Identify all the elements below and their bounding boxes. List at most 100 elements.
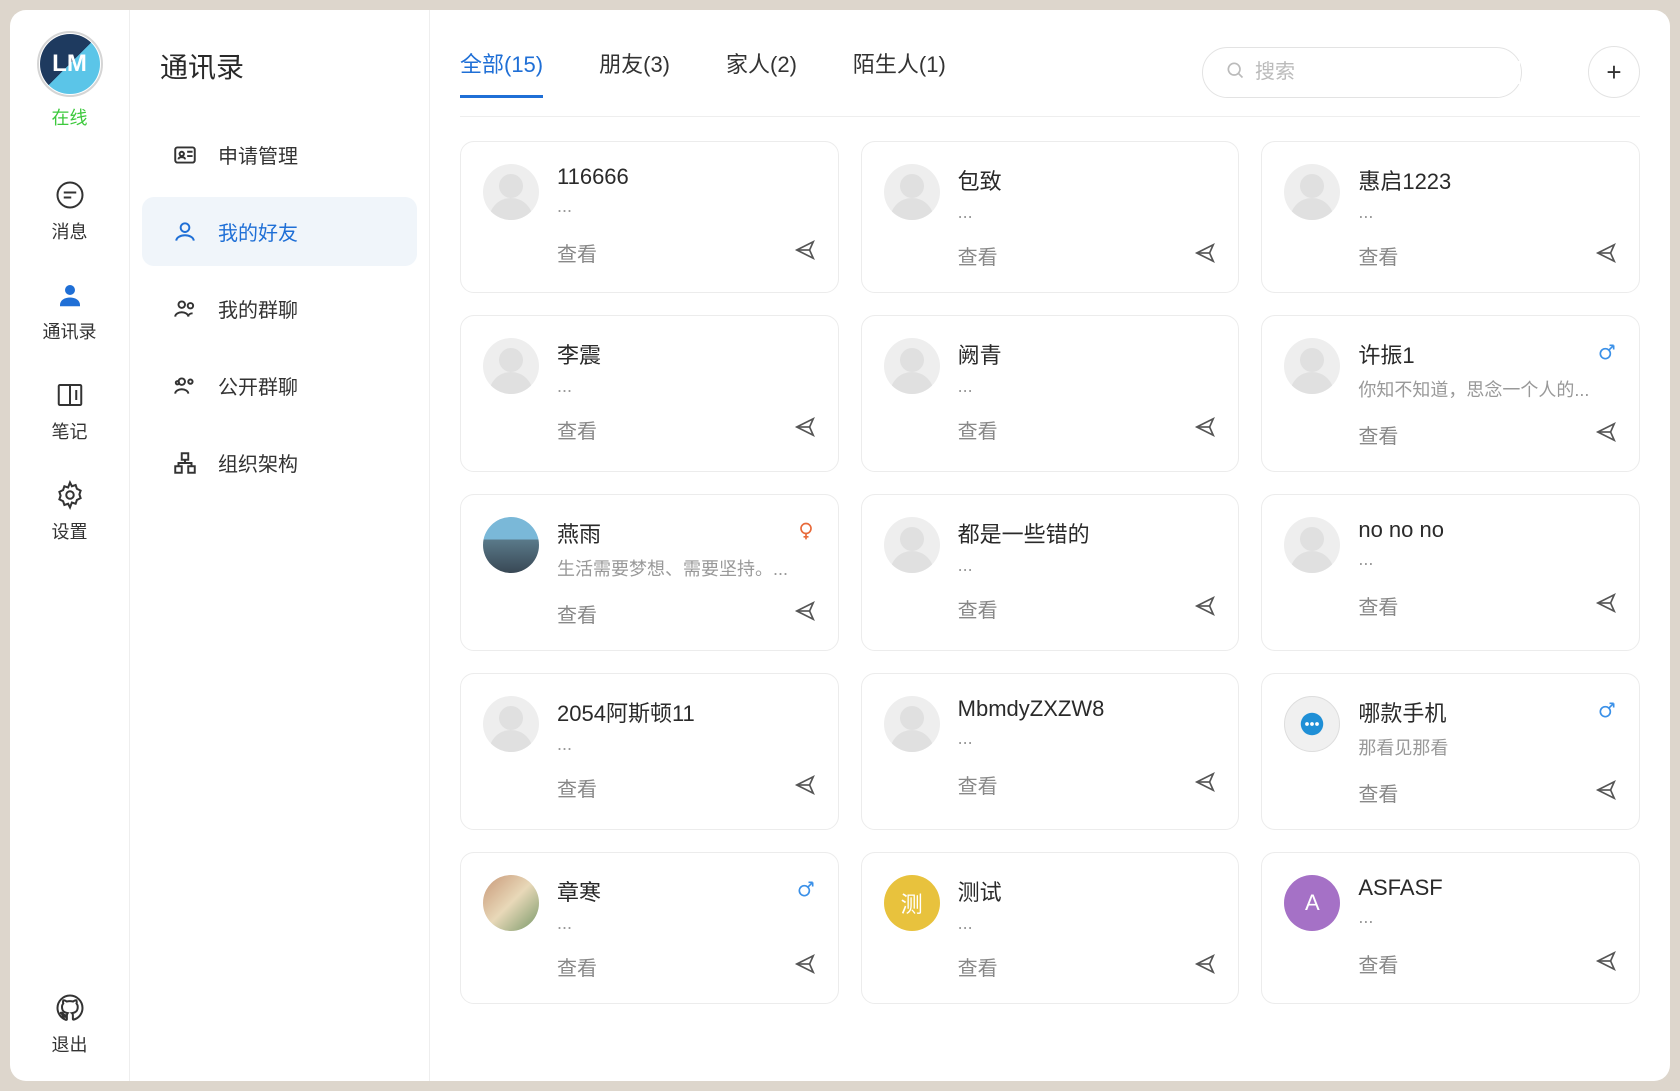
topbar: 全部(15) 朋友(3) 家人(2) 陌生人(1) + <box>430 10 1670 116</box>
send-icon[interactable] <box>1194 953 1216 980</box>
contact-card: 测 测试 ... 查看 <box>861 852 1240 1004</box>
avatar <box>483 517 539 573</box>
send-icon[interactable] <box>794 774 816 801</box>
notes-icon <box>55 380 85 410</box>
send-icon[interactable] <box>1595 592 1617 619</box>
view-button[interactable]: 查看 <box>557 599 597 628</box>
view-button[interactable]: 查看 <box>1358 949 1398 978</box>
view-button[interactable]: 查看 <box>958 415 998 444</box>
github-icon <box>55 993 85 1023</box>
contact-status: ... <box>557 913 816 934</box>
sidebar-item-label: 申请管理 <box>218 140 298 169</box>
rail-item-notes[interactable]: 笔记 <box>52 380 88 444</box>
view-button[interactable]: 查看 <box>958 952 998 981</box>
app-window: LM 在线 消息 通讯录 笔记 设置 <box>10 10 1670 1081</box>
view-button[interactable]: 查看 <box>1358 241 1398 270</box>
send-icon[interactable] <box>1595 950 1617 977</box>
tab-all[interactable]: 全部(15) <box>460 47 543 98</box>
sidebar: 通讯录 申请管理 我的好友 我的群聊 公开群聊 <box>130 10 430 1081</box>
contact-name: 章寒 <box>557 875 788 907</box>
contact-card: 惠启1223 ... 查看 <box>1261 141 1640 293</box>
send-icon[interactable] <box>1595 779 1617 806</box>
contact-grid: 116666 ... 查看 包致 ... 查看 <box>430 141 1670 1034</box>
add-button[interactable]: + <box>1588 46 1640 98</box>
avatar <box>1284 696 1340 752</box>
send-icon[interactable] <box>1595 242 1617 269</box>
contact-status: 那看见那看 <box>1358 734 1617 760</box>
contact-name: MbmdyZXZW8 <box>958 696 1217 722</box>
avatar <box>1284 338 1340 394</box>
contact-status: 你知不知道，思念一个人的... <box>1358 376 1617 402</box>
contact-card: 阙青 ... 查看 <box>861 315 1240 472</box>
contact-name: 116666 <box>557 164 816 190</box>
contact-card: 李震 ... 查看 <box>460 315 839 472</box>
divider <box>460 116 1640 117</box>
rail-item-label: 通讯录 <box>43 318 97 344</box>
rail-item-label: 退出 <box>52 1031 88 1057</box>
send-icon[interactable] <box>1194 242 1216 269</box>
contact-name: 李震 <box>557 338 816 370</box>
tab-friends[interactable]: 朋友(3) <box>599 47 670 98</box>
contact-status: ... <box>958 202 1217 223</box>
gear-icon <box>55 480 85 510</box>
view-button[interactable]: 查看 <box>958 770 998 799</box>
sidebar-item-label: 组织架构 <box>218 448 298 477</box>
view-button[interactable]: 查看 <box>958 241 998 270</box>
contact-name: no no no <box>1358 517 1617 543</box>
avatar <box>1284 517 1340 573</box>
sidebar-item-groups[interactable]: 我的群聊 <box>142 274 417 343</box>
contact-name: 包致 <box>958 164 1217 196</box>
view-button[interactable]: 查看 <box>557 415 597 444</box>
contact-status: ... <box>958 728 1217 749</box>
rail-item-logout[interactable]: 退出 <box>52 993 88 1057</box>
contact-status: 生活需要梦想、需要坚持。... <box>557 555 816 581</box>
avatar <box>483 164 539 220</box>
view-button[interactable]: 查看 <box>958 594 998 623</box>
send-icon[interactable] <box>794 416 816 443</box>
contact-status: ... <box>1358 202 1617 223</box>
main-panel: 全部(15) 朋友(3) 家人(2) 陌生人(1) + 116666 <box>430 10 1670 1081</box>
view-button[interactable]: 查看 <box>1358 420 1398 449</box>
message-icon <box>55 180 85 210</box>
rail-item-label: 笔记 <box>52 418 88 444</box>
avatar <box>1284 164 1340 220</box>
contact-status: ... <box>557 734 816 755</box>
view-button[interactable]: 查看 <box>1358 591 1398 620</box>
male-icon <box>1597 342 1617 367</box>
search-box[interactable] <box>1202 47 1522 98</box>
contact-name: 燕雨 <box>557 517 788 549</box>
search-input[interactable] <box>1255 61 1520 84</box>
tab-family[interactable]: 家人(2) <box>726 47 797 98</box>
contact-card: 116666 ... 查看 <box>460 141 839 293</box>
send-icon[interactable] <box>794 600 816 627</box>
sidebar-item-label: 我的好友 <box>218 217 298 246</box>
view-button[interactable]: 查看 <box>557 952 597 981</box>
sidebar-item-public[interactable]: 公开群聊 <box>142 351 417 420</box>
sidebar-item-friends[interactable]: 我的好友 <box>142 197 417 266</box>
contact-status: ... <box>958 913 1217 934</box>
avatar <box>483 875 539 931</box>
contact-name: 阙青 <box>958 338 1217 370</box>
view-button[interactable]: 查看 <box>557 773 597 802</box>
contact-status: ... <box>557 196 816 217</box>
tab-strangers[interactable]: 陌生人(1) <box>853 47 946 98</box>
view-button[interactable]: 查看 <box>557 238 597 267</box>
contact-status: ... <box>557 376 816 397</box>
rail-item-contacts[interactable]: 通讯录 <box>43 280 97 344</box>
contact-name: 哪款手机 <box>1358 696 1589 728</box>
send-icon[interactable] <box>1595 421 1617 448</box>
send-icon[interactable] <box>794 953 816 980</box>
sidebar-item-label: 公开群聊 <box>218 371 298 400</box>
avatar <box>884 517 940 573</box>
contact-name: ASFASF <box>1358 875 1617 901</box>
send-icon[interactable] <box>1194 771 1216 798</box>
rail-item-settings[interactable]: 设置 <box>52 480 88 544</box>
sidebar-item-org[interactable]: 组织架构 <box>142 428 417 497</box>
send-icon[interactable] <box>794 239 816 266</box>
send-icon[interactable] <box>1194 595 1216 622</box>
send-icon[interactable] <box>1194 416 1216 443</box>
view-button[interactable]: 查看 <box>1358 778 1398 807</box>
user-avatar[interactable]: LM <box>40 34 100 94</box>
sidebar-item-apply[interactable]: 申请管理 <box>142 120 417 189</box>
rail-item-messages[interactable]: 消息 <box>52 180 88 244</box>
